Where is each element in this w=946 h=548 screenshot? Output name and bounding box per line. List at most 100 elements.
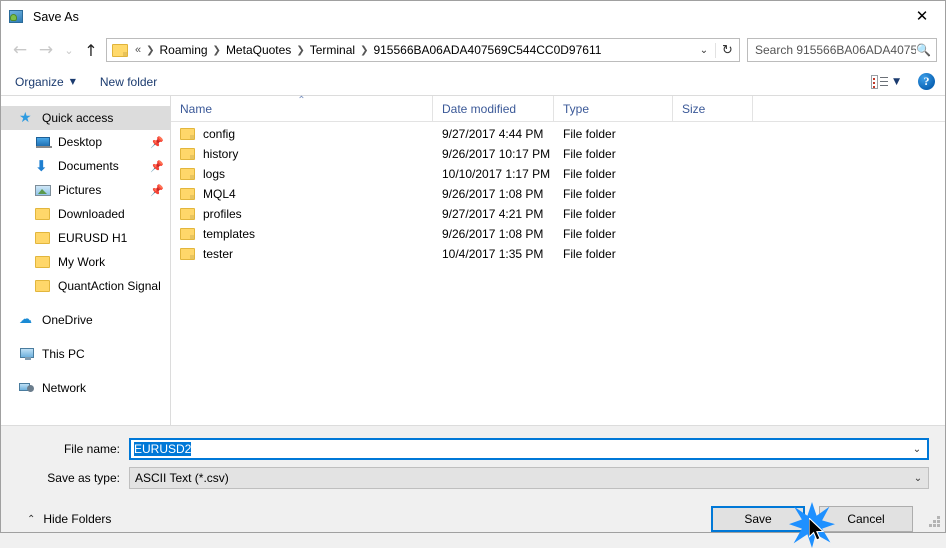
table-row[interactable]: logs 10/10/2017 1:17 PM File folder [171, 164, 945, 184]
star-icon: ★ [19, 110, 32, 126]
folder-icon [112, 43, 128, 57]
save-as-dialog: Save As ✕ ← → ⌄ ↑ « ❯ Roaming ❯ MetaQuot… [0, 0, 946, 548]
chevron-down-icon[interactable]: ⌄ [907, 444, 927, 455]
chevron-right-icon: ❯ [360, 44, 369, 56]
table-row[interactable]: tester 10/4/2017 1:35 PM File folder [171, 244, 945, 264]
sidebar-item-quantaction-signal[interactable]: QuantAction Signal [1, 274, 170, 298]
column-header-size[interactable]: Size [673, 95, 753, 122]
table-row[interactable]: profiles 9/27/2017 4:21 PM File folder [171, 204, 945, 224]
sidebar-item-this-pc[interactable]: This PC [1, 342, 170, 366]
sidebar-item-label: This PC [42, 347, 85, 361]
column-header-label: Size [682, 101, 706, 116]
filename-input[interactable]: EURUSD2 ⌄ [129, 438, 929, 460]
sidebar-item-label: EURUSD H1 [58, 231, 128, 245]
sidebar-item-pictures[interactable]: Pictures 📌 [1, 178, 170, 202]
organize-button[interactable]: Organize ▼ [15, 75, 76, 89]
chevron-right-icon: ❯ [212, 44, 221, 56]
sidebar-item-downloaded[interactable]: Downloaded [1, 202, 170, 226]
breadcrumb-overflow[interactable]: « [132, 43, 144, 57]
sort-ascending-icon: ⌃ [297, 94, 306, 106]
file-name: templates [203, 227, 256, 241]
sidebar-item-desktop[interactable]: Desktop 📌 [1, 130, 170, 154]
chevron-down-icon[interactable]: ⌄ [908, 473, 928, 484]
sidebar-item-eurusd-h1[interactable]: EURUSD H1 [1, 226, 170, 250]
folder-icon [35, 278, 51, 294]
table-row[interactable]: templates 9/26/2017 1:08 PM File folder [171, 224, 945, 244]
sidebar-item-label: My Work [58, 255, 106, 269]
table-row[interactable]: config 9/27/2017 4:44 PM File folder [171, 124, 945, 144]
folder-icon [35, 206, 51, 222]
column-headers: ⌃ Name Date modified Type Size [171, 94, 945, 122]
file-name-cell: config [171, 127, 433, 141]
view-dropdown-icon[interactable]: ▼ [893, 77, 900, 87]
pictures-icon [35, 182, 51, 198]
resize-grip[interactable] [929, 516, 941, 528]
dialog-body: ★ Quick access Desktop 📌 ⬇ Documents 📌 P… [1, 94, 945, 426]
column-header-date-modified[interactable]: Date modified [433, 95, 554, 122]
sidebar-item-quick-access[interactable]: ★ Quick access [1, 106, 170, 130]
navigation-bar: ← → ⌄ ↑ « ❯ Roaming ❯ MetaQuotes ❯ Termi… [1, 32, 945, 68]
refresh-icon[interactable]: ↻ [715, 42, 739, 58]
sidebar-item-label: Downloaded [58, 207, 125, 221]
save-button[interactable]: Save [711, 506, 805, 532]
file-date: 9/26/2017 1:08 PM [442, 187, 544, 201]
table-row[interactable]: MQL4 9/26/2017 1:08 PM File folder [171, 184, 945, 204]
documents-icon: ⬇ [35, 157, 48, 175]
sidebar-item-documents[interactable]: ⬇ Documents 📌 [1, 154, 170, 178]
folder-icon [35, 254, 51, 270]
breadcrumb-item-instance[interactable]: 915566BA06ADA407569C544CC0D97611 [370, 42, 604, 58]
filetype-select[interactable]: ASCII Text (*.csv) ⌄ [129, 467, 929, 489]
chevron-down-icon: ▼ [69, 77, 76, 86]
pin-icon: 📌 [150, 135, 164, 149]
file-date: 9/27/2017 4:21 PM [442, 207, 544, 221]
chevron-right-icon: ❯ [146, 44, 155, 56]
back-button[interactable]: ← [7, 36, 33, 64]
address-bar[interactable]: « ❯ Roaming ❯ MetaQuotes ❯ Terminal ❯ 91… [106, 38, 740, 62]
hide-folders-button[interactable]: ⌃ Hide Folders [27, 512, 111, 526]
desktop-icon [35, 134, 52, 150]
column-header-label: Type [563, 101, 590, 116]
column-header-name[interactable]: ⌃ Name [171, 94, 433, 122]
sidebar-divider [1, 298, 170, 308]
forward-button[interactable]: → [33, 36, 59, 64]
breadcrumb-item-metaquotes[interactable]: MetaQuotes [223, 42, 294, 58]
breadcrumb-item-terminal[interactable]: Terminal [307, 42, 358, 58]
sidebar-item-label: Network [42, 381, 87, 395]
sidebar-item-label: Quick access [42, 111, 114, 125]
sidebar-item-label: Pictures [58, 183, 102, 197]
breadcrumb-item-roaming[interactable]: Roaming [157, 42, 211, 58]
folder-icon [180, 148, 195, 160]
filename-value: EURUSD2 [134, 442, 192, 456]
file-name: config [203, 127, 236, 141]
help-button[interactable]: ? [918, 73, 935, 90]
search-box[interactable]: Search 915566BA06ADA40756... 🔍 [747, 38, 937, 62]
sidebar-item-network[interactable]: Network [1, 376, 170, 400]
new-folder-button[interactable]: New folder [100, 75, 157, 89]
sidebar-item-label: Desktop [58, 135, 103, 149]
file-list: config 9/27/2017 4:44 PM File folder his… [171, 122, 945, 425]
file-name: history [203, 147, 239, 161]
file-date: 9/26/2017 10:17 PM [442, 147, 551, 161]
search-input[interactable]: Search 915566BA06ADA40756... [755, 43, 916, 57]
file-type: File folder [563, 147, 616, 161]
file-name: MQL4 [203, 187, 236, 201]
chevron-up-icon: ⌃ [27, 513, 36, 525]
sidebar-item-my-work[interactable]: My Work [1, 250, 170, 274]
view-options-icon[interactable] [871, 74, 889, 89]
column-header-type[interactable]: Type [554, 95, 673, 122]
up-button[interactable]: ↑ [79, 36, 103, 64]
cancel-button[interactable]: Cancel [819, 506, 913, 532]
close-button[interactable]: ✕ [899, 1, 945, 32]
command-bar: Organize ▼ New folder ▼ ? [1, 68, 945, 96]
recent-locations-button[interactable]: ⌄ [59, 36, 79, 64]
file-type: File folder [563, 167, 616, 181]
file-type: File folder [563, 187, 616, 201]
filetype-label: Save as type: [47, 471, 120, 485]
network-icon [19, 380, 35, 396]
navigation-pane: ★ Quick access Desktop 📌 ⬇ Documents 📌 P… [1, 96, 171, 425]
sidebar-item-onedrive[interactable]: ☁ OneDrive [1, 308, 170, 332]
filename-row: File name: EURUSD2 ⌄ [17, 438, 929, 460]
chevron-down-icon[interactable]: ⌄ [693, 45, 715, 56]
chevron-right-icon: ❯ [296, 44, 305, 56]
table-row[interactable]: history 9/26/2017 10:17 PM File folder [171, 144, 945, 164]
